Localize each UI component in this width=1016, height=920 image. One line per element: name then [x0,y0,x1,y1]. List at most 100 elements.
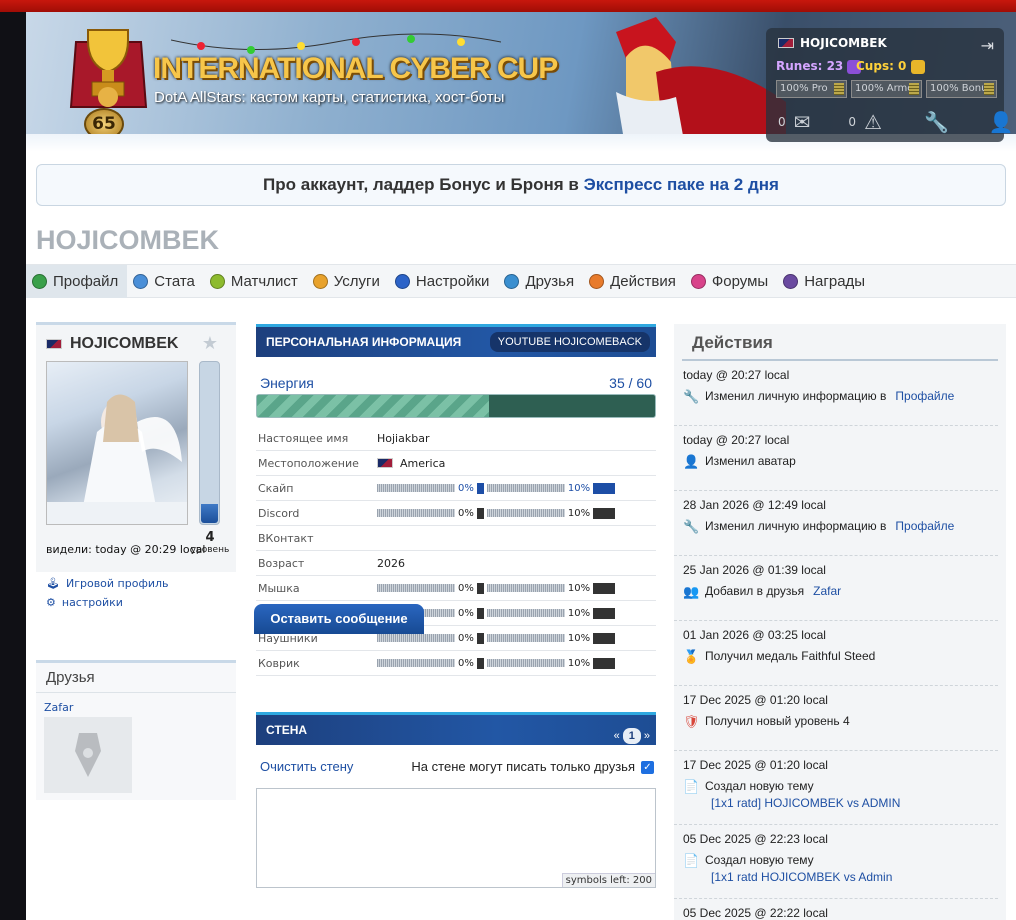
action-text: Получил новый уровень 4 [705,714,850,728]
avatar[interactable] [46,361,188,525]
game-profile-icon: 🕹 [46,577,60,590]
star-icon[interactable]: ★ [202,333,218,354]
meter-handle[interactable] [476,607,484,619]
actions-title: Действия [682,324,998,361]
tab-awards[interactable]: Награды [777,265,874,298]
tab-friends[interactable]: Друзья [498,265,583,298]
site-header: 65 INTERNATIONAL CYBER CUP DotA AllStars… [26,12,1016,152]
action-text: Изменил личную информацию в [705,519,887,533]
meter-handle[interactable] [476,632,484,644]
profile-silhouette-icon[interactable]: 👤 [989,110,1014,134]
meter-end [593,632,616,644]
wrench-icon[interactable]: 🔧 [924,110,949,134]
meter-handle[interactable] [476,482,484,494]
tab-stats[interactable]: Стата [127,265,204,298]
prev-page-button[interactable]: « [614,721,620,745]
left-column: HOJICOMBEK ★ 4 уровень видели: today @ 2… [36,322,236,800]
alert-count: 0 [848,115,857,129]
meter-handle[interactable] [476,507,484,519]
game-profile-link[interactable]: 🕹 Игровой профиль [36,574,236,593]
personal-info-table: Настоящее имя Hojiakbar Местоположение Amer… [256,426,656,676]
wrench-icon: 🔧 [683,389,700,404]
meter-max-label: 10% [567,507,591,519]
settings-link[interactable]: ⚙ настройки [36,593,236,612]
services-tab-icon [312,274,328,289]
action-item: 05 Dec 2025 @ 22:23 local 📄 Создал новую т… [674,825,998,899]
new-topic-icon: 📄 [683,853,700,868]
action-item: 28 Jan 2026 @ 12:49 local 🔧 Изменил личную… [674,491,998,556]
next-page-button[interactable]: » [644,721,650,745]
page-number[interactable]: 1 [622,728,641,744]
action-link[interactable]: Профайле [895,519,954,533]
youtube-link[interactable]: YOUTUBE HOJICOMEBACK [489,332,650,352]
friends-tab-icon [504,274,520,289]
action-time: 17 Dec 2025 @ 01:20 local [683,758,828,772]
avatar-image [47,394,187,524]
user-icon: 👤 [683,454,700,469]
awards-tab-icon [783,274,799,289]
meter-handle[interactable] [476,582,484,594]
bonus-status[interactable]: 100% Bonus [926,80,997,98]
warning-icon[interactable]: ⚠ [864,110,882,134]
meter-min-label: 0% [458,482,474,494]
meter-min-label: 0% [458,582,474,594]
info-row: Настоящее имя Hojiakbar [256,426,656,451]
tab-actions[interactable]: Действия [583,265,685,298]
action-text: Изменил личную информацию в [705,389,887,403]
topic-link[interactable]: [1x1 ratd HOJICOMBEK vs Admin [683,870,988,884]
action-link[interactable]: Zafar [813,584,841,598]
page-title: HOJICOMBEK [36,225,220,255]
default-avatar-icon [75,733,101,777]
gold-coins-icon [910,59,925,74]
symbols-left: symbols left: 200 [561,873,655,888]
tab-profile[interactable]: Профайл [26,265,128,298]
wrench-icon: 🔧 [683,519,700,534]
armor-status[interactable]: 100% Armor [851,80,922,98]
send-message-button[interactable]: Оставить сообщение [254,604,424,634]
info-key: ВКонтакт [258,531,314,545]
meter-end [593,657,616,669]
tab-matchlist[interactable]: Матчлист [204,265,307,298]
header-username[interactable]: HOJICOMBEK [800,36,887,50]
meter-handle[interactable] [476,657,484,669]
action-time: 01 Jan 2026 @ 03:25 local [683,628,826,642]
friends-only-label: На стене могут писать только друзья [411,759,635,774]
settings-tab-icon [394,274,410,289]
user-box: HOJICOMBEK ⇥ Runes: 23 Cups: 0 100% Pro … [766,28,1014,142]
wall-message-input[interactable]: symbols left: 200 [256,788,656,889]
info-key: Коврик [258,656,300,670]
energy-value: 35 / 60 [609,375,652,391]
tab-settings[interactable]: Настройки [389,265,499,298]
logout-icon[interactable]: ⇥ [981,36,994,55]
friend-avatar[interactable] [44,717,132,793]
friends-only-checkbox[interactable]: ✓ [641,761,654,775]
site-title[interactable]: INTERNATIONAL CYBER CUP [153,52,558,86]
meter-max-label: 10% [567,482,591,494]
profile-tab-icon [32,274,47,289]
info-meter: 0% 10% [377,632,656,644]
profile-name: HOJICOMBEK [70,335,179,352]
meter-min-label: 0% [458,657,474,669]
action-time: 05 Dec 2025 @ 22:22 local [683,906,828,920]
info-meter: 0% 10% [377,507,656,519]
tab-forums[interactable]: Форумы [685,265,777,298]
action-item: 05 Dec 2025 @ 22:22 local [674,899,998,920]
pro-status[interactable]: 100% Pro [776,80,847,98]
tab-services[interactable]: Услуги [307,265,389,298]
promo-link[interactable]: Экспресс паке на 2 дня [584,175,779,194]
energy-bar [256,394,656,418]
action-link[interactable]: Профайле [895,389,954,403]
meter-track [377,584,455,592]
action-text: Изменил аватар [705,454,796,468]
action-item: 17 Dec 2025 @ 01:20 local 📄 Создал новую т… [674,751,998,825]
meter-track [377,659,455,667]
friend-name[interactable]: Zafar [36,693,236,717]
info-key: Скайп [258,481,294,495]
meter-end [593,507,616,519]
mail-icon[interactable]: ✉ [794,110,811,134]
action-text: Создал новую тему [705,853,814,867]
clear-wall-link[interactable]: Очистить стену [260,759,353,774]
info-row: Скайп 0% 10% [256,476,656,501]
meter-min-label: 0% [458,507,474,519]
topic-link[interactable]: [1x1 ratd] HOJICOMBEK vs ADMIN [683,796,988,810]
